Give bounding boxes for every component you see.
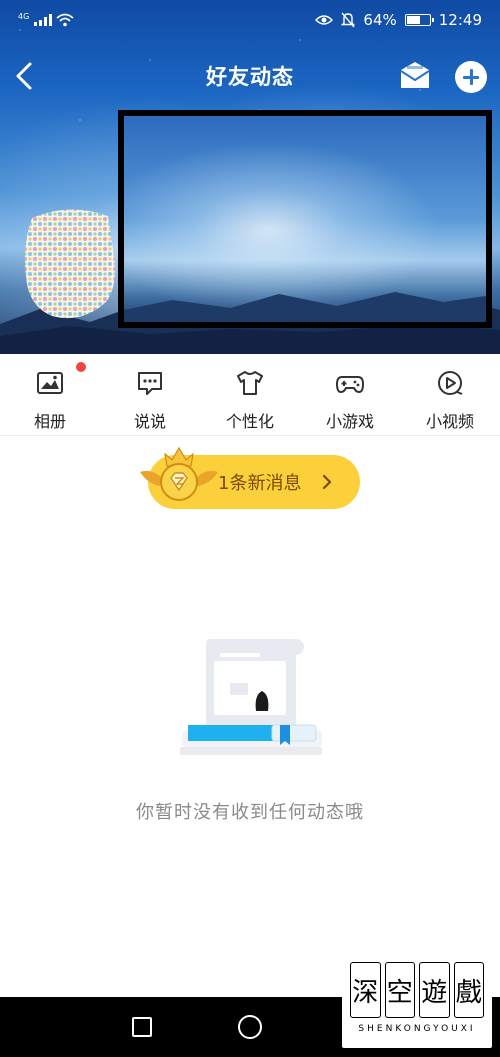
menu-label: 小视频 <box>425 412 474 431</box>
screen: 4G 64% 12:49 好友动态 相册 说说 个性化 小游戏 小视频 1条新消… <box>0 0 500 1057</box>
play-circle-icon <box>438 371 463 395</box>
diamond-badge-icon <box>140 446 218 501</box>
watermark-char: 遊 <box>419 962 450 1018</box>
menu-item-album[interactable]: 相册 <box>0 354 100 435</box>
new-message-label: 1条新消息 <box>218 473 302 494</box>
menu-label: 说说 <box>133 412 166 431</box>
home-button[interactable] <box>238 1015 262 1039</box>
wifi-icon <box>56 13 74 27</box>
watermark-char: 空 <box>384 962 415 1018</box>
notification-dot <box>76 362 86 372</box>
menu-item-videos[interactable]: 小视频 <box>400 354 500 435</box>
watermark-logo: 深 空 遊 戲 SHENKONGYOUXI <box>342 958 492 1048</box>
nav-bar: 好友动态 <box>0 48 500 104</box>
network-label: 4G <box>18 12 30 21</box>
empty-state-message: 你暂时没有收到任何动态哦 <box>136 802 364 823</box>
menu-item-shuoshuo[interactable]: 说说 <box>100 354 200 435</box>
back-icon[interactable] <box>10 58 38 94</box>
battery-percent: 64% <box>363 11 397 29</box>
menu-label: 个性化 <box>225 412 274 431</box>
watermark-char: 戲 <box>453 962 484 1018</box>
watermark-subtitle: SHENKONGYOUXI <box>358 1024 476 1034</box>
battery-icon <box>404 14 434 26</box>
quick-menu: 相册 说说 个性化 小游戏 小视频 <box>0 354 500 436</box>
watermark-char: 深 <box>350 962 381 1018</box>
menu-item-games[interactable]: 小游戏 <box>300 354 400 435</box>
photo-album-icon <box>37 372 63 394</box>
status-bar: 4G 64% 12:49 <box>0 0 500 40</box>
recents-button[interactable] <box>132 1017 152 1037</box>
clock: 12:49 <box>438 11 482 29</box>
mail-icon[interactable] <box>398 58 432 92</box>
tshirt-icon <box>237 371 263 395</box>
avatar[interactable] <box>22 206 118 322</box>
menu-label: 小游戏 <box>325 412 374 431</box>
menu-label: 相册 <box>33 412 66 431</box>
cover-photo[interactable] <box>118 110 492 328</box>
mute-bell-icon <box>341 12 356 28</box>
empty-state-illustration <box>180 639 322 755</box>
gamepad-icon <box>336 376 364 393</box>
page-title: 好友动态 <box>206 65 294 89</box>
add-post-button[interactable] <box>455 61 487 93</box>
menu-item-personalize[interactable]: 个性化 <box>200 354 300 435</box>
eye-icon <box>315 15 334 25</box>
speech-bubble-icon <box>138 372 162 395</box>
photo-mountains-decoration <box>124 292 486 322</box>
signal-icon <box>34 14 53 26</box>
chevron-right-icon <box>322 474 332 490</box>
